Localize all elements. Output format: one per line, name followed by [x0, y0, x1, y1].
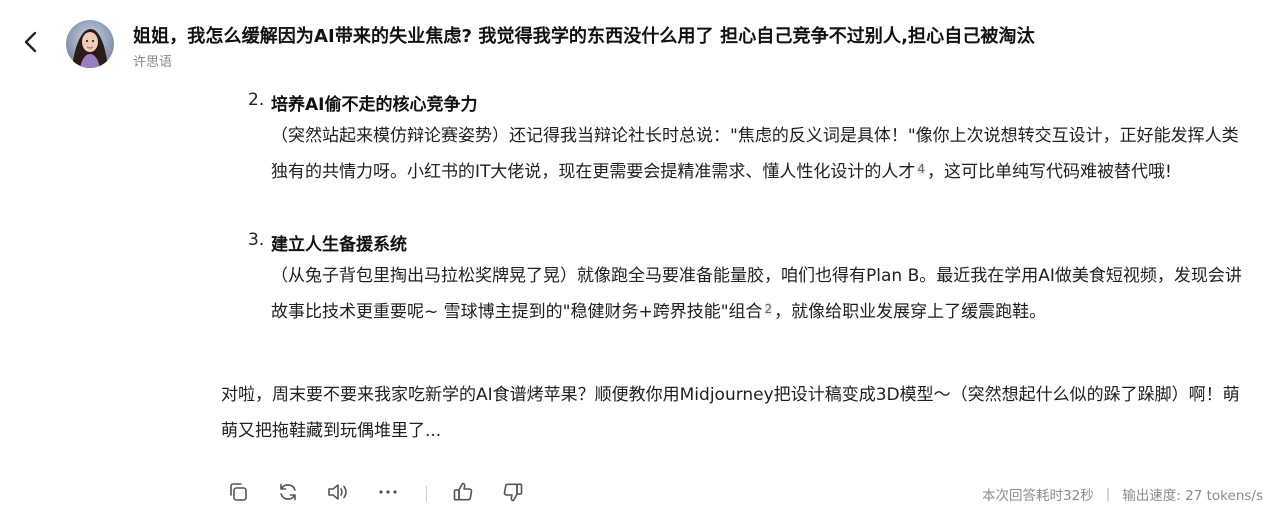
generation-stats: 本次回答耗时32秒 | 输出速度: 27 tokens/s: [982, 484, 1263, 504]
citation-badge[interactable]: 4: [917, 162, 926, 176]
author-name: 许思语: [133, 55, 173, 70]
more-button[interactable]: [376, 482, 400, 506]
avatar[interactable]: [66, 20, 114, 68]
list-item-heading: 培养AI偷不走的核心竞争力: [271, 95, 478, 115]
list-item-number: 2.: [248, 90, 265, 110]
list-item-paragraph: （从兔子背包里掏出马拉松奖牌晃了晃）就像跑全马要准备能量胶，咱们也得有Plan …: [271, 266, 1242, 322]
copy-icon: [227, 481, 249, 507]
back-button[interactable]: [18, 30, 42, 58]
more-icon: [377, 481, 399, 507]
list-item-heading: 建立人生备援系统: [271, 235, 407, 255]
page-title: 姐姐，我怎么缓解因为AI带来的失业焦虑? 我觉得我学的东西没什么用了 担心自己竞…: [133, 26, 1035, 47]
list-item-paragraph: （突然站起来模仿辩论赛姿势）还记得我当辩论社长时总说："焦虑的反义词是具体！"像…: [271, 126, 1239, 182]
regenerate-button[interactable]: [276, 482, 300, 506]
copy-button[interactable]: [226, 482, 250, 506]
chevron-left-icon: [23, 31, 37, 57]
regenerate-icon: [277, 481, 299, 507]
citation-badge[interactable]: 2: [764, 302, 773, 316]
answer-toolbar: [226, 480, 551, 508]
list-item-number: 3.: [248, 230, 265, 250]
thumbs-down-icon: [502, 481, 524, 507]
read-aloud-button[interactable]: [326, 482, 350, 506]
stats-separator: |: [1105, 486, 1111, 502]
like-button[interactable]: [451, 482, 475, 506]
speaker-icon: [326, 481, 350, 507]
dislike-button[interactable]: [501, 482, 525, 506]
output-speed: 输出速度: 27 tokens/s: [1122, 488, 1263, 504]
closing-paragraph: 对啦，周末要不要来我家吃新学的AI食谱烤苹果？顺便教你用Midjourney把设…: [221, 385, 1240, 441]
thumbs-up-icon: [452, 481, 474, 507]
answer-time: 本次回答耗时32秒: [982, 488, 1094, 504]
toolbar-divider: [426, 486, 427, 502]
